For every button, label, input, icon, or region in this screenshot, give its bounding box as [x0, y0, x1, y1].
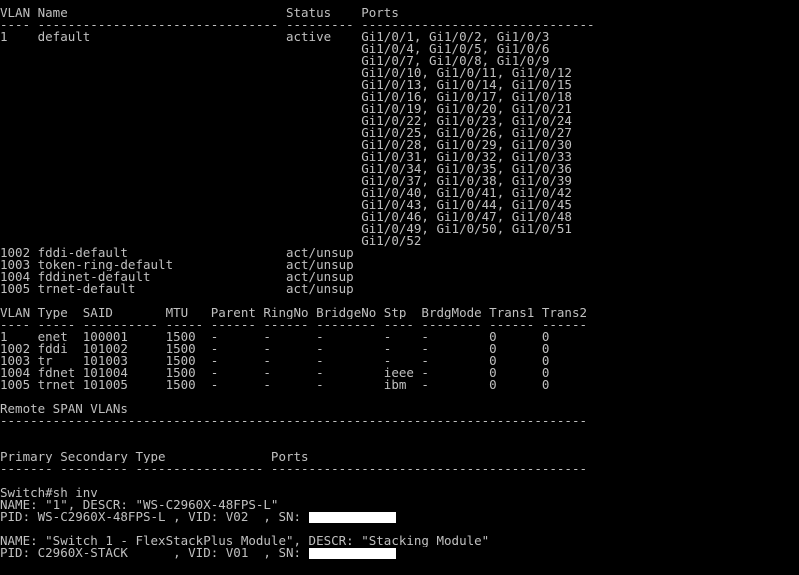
terminal-line: 1002 fddi 101002 1500 - - - - - 0 0: [0, 343, 799, 355]
terminal-line-text: Gi1/0/40, Gi1/0/41, Gi1/0/42: [0, 187, 572, 199]
terminal-line: ---- -------------------------------- --…: [0, 19, 799, 31]
terminal-line-text: VLAN Name Status Ports: [0, 7, 399, 19]
terminal-line-text: PID: WS-C2960X-48FPS-L , VID: V02 , SN:: [0, 511, 309, 523]
terminal-line: Remote SPAN VLANs: [0, 403, 799, 415]
terminal-line-text: NAME: "1", DESCR: "WS-C2960X-48FPS-L": [0, 499, 279, 511]
terminal-line-text: Gi1/0/34, Gi1/0/35, Gi1/0/36: [0, 163, 572, 175]
terminal-line: Gi1/0/40, Gi1/0/41, Gi1/0/42: [0, 187, 799, 199]
terminal-line: Switch#sh inv: [0, 487, 799, 499]
terminal-line: 1002 fddi-default act/unsup: [0, 247, 799, 259]
redacted-serial-number: [308, 548, 396, 559]
terminal-line-text: ---- -------------------------------- --…: [0, 19, 595, 31]
terminal-line: Gi1/0/34, Gi1/0/35, Gi1/0/36: [0, 163, 799, 175]
terminal-line-text: Gi1/0/28, Gi1/0/29, Gi1/0/30: [0, 139, 572, 151]
terminal-line: NAME: "1", DESCR: "WS-C2960X-48FPS-L": [0, 499, 799, 511]
terminal-line-text: Remote SPAN VLANs: [0, 403, 128, 415]
terminal-line: Gi1/0/19, Gi1/0/20, Gi1/0/21: [0, 103, 799, 115]
terminal-line: Gi1/0/37, Gi1/0/38, Gi1/0/39: [0, 175, 799, 187]
terminal-line-text: 1002 fddi 101002 1500 - - - - - 0 0: [0, 343, 550, 355]
redacted-serial-number: [308, 512, 396, 523]
terminal-line-text: Gi1/0/10, Gi1/0/11, Gi1/0/12: [0, 67, 572, 79]
terminal-line-text: PID: C2960X-STACK , VID: V01 , SN:: [0, 547, 309, 559]
terminal-window[interactable]: VLAN Name Status Ports ---- -------------…: [0, 0, 799, 575]
terminal-line: ---- ----- ---------- ----- ------ -----…: [0, 319, 799, 331]
terminal-line: 1005 trnet-default act/unsup: [0, 283, 799, 295]
terminal-line-text: Gi1/0/46, Gi1/0/47, Gi1/0/48: [0, 211, 572, 223]
terminal-line: 1 default active Gi1/0/1, Gi1/0/2, Gi1/0…: [0, 31, 799, 43]
terminal-line: Gi1/0/13, Gi1/0/14, Gi1/0/15: [0, 79, 799, 91]
terminal-line: Gi1/0/43, Gi1/0/44, Gi1/0/45: [0, 199, 799, 211]
terminal-line-text: Gi1/0/22, Gi1/0/23, Gi1/0/24: [0, 115, 572, 127]
terminal-line-text: 1005 trnet 101005 1500 - - - ibm - 0 0: [0, 379, 550, 391]
terminal-line-text: VLAN Type SAID MTU Parent RingNo BridgeN…: [0, 307, 587, 319]
terminal-line-text: Gi1/0/19, Gi1/0/20, Gi1/0/21: [0, 103, 572, 115]
terminal-line-text: Gi1/0/52: [0, 235, 422, 247]
terminal-line-text: 1 enet 100001 1500 - - - - - 0 0: [0, 331, 550, 343]
terminal-line: 1003 token-ring-default act/unsup: [0, 259, 799, 271]
terminal-line: VLAN Name Status Ports: [0, 7, 799, 19]
terminal-line-text: 1004 fdnet 101004 1500 - - - ieee - 0 0: [0, 367, 550, 379]
terminal-line: 1004 fddinet-default act/unsup: [0, 271, 799, 283]
terminal-line-text: ------- --------- ----------------- ----…: [0, 463, 587, 475]
terminal-line-text: Gi1/0/16, Gi1/0/17, Gi1/0/18: [0, 91, 572, 103]
terminal-line-text: ---- ----- ---------- ----- ------ -----…: [0, 319, 587, 331]
terminal-line: ----------------------------------------…: [0, 415, 799, 427]
terminal-line: 1 enet 100001 1500 - - - - - 0 0: [0, 331, 799, 343]
terminal-line-text: Primary Secondary Type Ports: [0, 451, 309, 463]
terminal-line: NAME: "Switch 1 - FlexStackPlus Module",…: [0, 535, 799, 547]
terminal-line-text: Gi1/0/49, Gi1/0/50, Gi1/0/51: [0, 223, 572, 235]
terminal-line: Gi1/0/28, Gi1/0/29, Gi1/0/30: [0, 139, 799, 151]
terminal-line: VLAN Type SAID MTU Parent RingNo BridgeN…: [0, 307, 799, 319]
terminal-line-text: NAME: "Switch 1 - FlexStackPlus Module",…: [0, 535, 490, 547]
terminal-line: Gi1/0/4, Gi1/0/5, Gi1/0/6: [0, 43, 799, 55]
terminal-line-text: Switch#sh inv: [0, 487, 98, 499]
terminal-line: 1003 tr 101003 1500 - - - - - 0 0: [0, 355, 799, 367]
terminal-line-text: Gi1/0/37, Gi1/0/38, Gi1/0/39: [0, 175, 572, 187]
terminal-line-text: 1003 tr 101003 1500 - - - - - 0 0: [0, 355, 550, 367]
terminal-line: Gi1/0/22, Gi1/0/23, Gi1/0/24: [0, 115, 799, 127]
terminal-line: Gi1/0/49, Gi1/0/50, Gi1/0/51: [0, 223, 799, 235]
terminal-line-text: Gi1/0/25, Gi1/0/26, Gi1/0/27: [0, 127, 572, 139]
terminal-line: 1005 trnet 101005 1500 - - - ibm - 0 0: [0, 379, 799, 391]
terminal-line-text: Gi1/0/7, Gi1/0/8, Gi1/0/9: [0, 55, 550, 67]
terminal-line: Gi1/0/25, Gi1/0/26, Gi1/0/27: [0, 127, 799, 139]
terminal-line: Primary Secondary Type Ports: [0, 451, 799, 463]
terminal-line: Gi1/0/31, Gi1/0/32, Gi1/0/33: [0, 151, 799, 163]
terminal-line-text: Gi1/0/13, Gi1/0/14, Gi1/0/15: [0, 79, 572, 91]
terminal-line-text: 1005 trnet-default act/unsup: [0, 283, 354, 295]
terminal-line: 1004 fdnet 101004 1500 - - - ieee - 0 0: [0, 367, 799, 379]
terminal-line: ------- --------- ----------------- ----…: [0, 463, 799, 475]
terminal-line-text: ----------------------------------------…: [0, 415, 587, 427]
terminal-line-text: Gi1/0/31, Gi1/0/32, Gi1/0/33: [0, 151, 572, 163]
terminal-line: Gi1/0/16, Gi1/0/17, Gi1/0/18: [0, 91, 799, 103]
terminal-line: Gi1/0/10, Gi1/0/11, Gi1/0/12: [0, 67, 799, 79]
terminal-line-text: Gi1/0/4, Gi1/0/5, Gi1/0/6: [0, 43, 550, 55]
terminal-line: Gi1/0/7, Gi1/0/8, Gi1/0/9: [0, 55, 799, 67]
terminal-line: Gi1/0/52: [0, 235, 799, 247]
terminal-line-text: 1003 token-ring-default act/unsup: [0, 259, 354, 271]
terminal-line-text: 1 default active Gi1/0/1, Gi1/0/2, Gi1/0…: [0, 31, 550, 43]
terminal-line: PID: WS-C2960X-48FPS-L , VID: V02 , SN:: [0, 511, 799, 523]
terminal-line: PID: C2960X-STACK , VID: V01 , SN:: [0, 547, 799, 559]
terminal-line-text: 1004 fddinet-default act/unsup: [0, 271, 354, 283]
terminal-line-text: Gi1/0/43, Gi1/0/44, Gi1/0/45: [0, 199, 572, 211]
terminal-line: Gi1/0/46, Gi1/0/47, Gi1/0/48: [0, 211, 799, 223]
terminal-line-text: 1002 fddi-default act/unsup: [0, 247, 354, 259]
